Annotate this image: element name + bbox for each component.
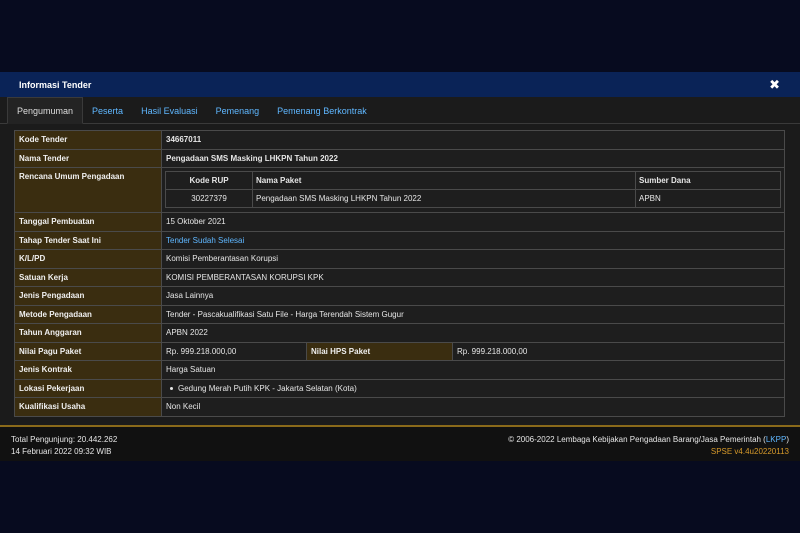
footer-right: © 2006-2022 Lembaga Kebijakan Pengadaan … (508, 434, 789, 458)
label-lokasi: Lokasi Pekerjaan (14, 378, 162, 398)
label-nama-tender: Nama Tender (14, 148, 162, 168)
value-lokasi: Gedung Merah Putih KPK - Jakarta Selatan… (161, 378, 785, 398)
label-rup: Rencana Umum Pengadaan (14, 167, 162, 213)
value-rup: Kode RUP Nama Paket Sumber Dana 30227379… (161, 167, 785, 213)
value-tahun: APBN 2022 (161, 323, 785, 343)
visitor-count: Total Pengunjung: 20.442.262 (11, 435, 118, 444)
page-footer: Total Pengunjung: 20.442.262 14 Februari… (0, 425, 800, 461)
tab-bar: Pengumuman Peserta Hasil Evaluasi Pemena… (0, 97, 800, 124)
tab-content: Kode Tender 34667011 Nama Tender Pengada… (0, 124, 800, 417)
label-kode-tender: Kode Tender (14, 130, 162, 150)
value-hps: Rp. 999.218.000,00 (452, 341, 785, 361)
row-nama-tender: Nama Tender Pengadaan SMS Masking LHKPN … (14, 148, 785, 168)
row-pagu: Nilai Pagu Paket Rp. 999.218.000,00 Nila… (14, 341, 785, 361)
row-jenis-pengadaan: Jenis Pengadaan Jasa Lainnya (14, 286, 785, 306)
tab-pemenang-berkontrak[interactable]: Pemenang Berkontrak (268, 99, 376, 123)
value-metode: Tender - Pascakualifikasi Satu File - Ha… (161, 304, 785, 324)
app-version: SPSE v4.4u20220113 (710, 447, 789, 456)
value-nama-tender: Pengadaan SMS Masking LHKPN Tahun 2022 (161, 148, 785, 168)
lkpp-link[interactable]: LKPP (766, 435, 786, 444)
rup-header-nama: Nama Paket (252, 171, 636, 190)
tab-peserta[interactable]: Peserta (83, 99, 132, 123)
label-hps: Nilai HPS Paket (306, 341, 453, 361)
footer-datetime: 14 Februari 2022 09:32 WIB (11, 447, 112, 456)
rup-kode: 30227379 (165, 189, 253, 208)
value-tanggal: 15 Oktober 2021 (161, 212, 785, 232)
modal-title: Informasi Tender (19, 79, 92, 90)
table-row: 30227379 Pengadaan SMS Masking LHKPN Tah… (165, 189, 781, 208)
label-tahap: Tahap Tender Saat Ini (14, 230, 162, 250)
row-lokasi: Lokasi Pekerjaan Gedung Merah Putih KPK … (14, 378, 785, 398)
lokasi-text: Gedung Merah Putih KPK - Jakarta Selatan… (178, 383, 357, 393)
value-kualifikasi: Non Kecil (161, 397, 785, 417)
copyright-suffix: ) (786, 435, 789, 444)
copyright: © 2006-2022 Lembaga Kebijakan Pengadaan … (508, 434, 789, 446)
row-kontrak: Jenis Kontrak Harga Satuan (14, 360, 785, 380)
row-tanggal: Tanggal Pembuatan 15 Oktober 2021 (14, 212, 785, 232)
tender-info-modal: Informasi Tender ✖ Pengumuman Peserta Ha… (0, 72, 800, 425)
row-rup: Rencana Umum Pengadaan Kode RUP Nama Pak… (14, 167, 785, 213)
row-kualifikasi: Kualifikasi Usaha Non Kecil (14, 397, 785, 417)
label-tahun: Tahun Anggaran (14, 323, 162, 343)
rup-sumber: APBN (635, 189, 781, 208)
tender-info-table: Kode Tender 34667011 Nama Tender Pengada… (14, 130, 785, 417)
row-klpd: K/L/PD Komisi Pemberantasan Korupsi (14, 249, 785, 269)
tahap-link[interactable]: Tender Sudah Selesai (166, 236, 244, 245)
tab-pemenang[interactable]: Pemenang (207, 99, 269, 123)
value-kontrak: Harga Satuan (161, 360, 785, 380)
footer-left: Total Pengunjung: 20.442.262 14 Februari… (11, 434, 117, 458)
row-metode: Metode Pengadaan Tender - Pascakualifika… (14, 304, 785, 324)
rup-nama: Pengadaan SMS Masking LHKPN Tahun 2022 (252, 189, 636, 208)
label-klpd: K/L/PD (14, 249, 162, 269)
bullet-icon (170, 386, 173, 390)
tab-pengumuman[interactable]: Pengumuman (7, 97, 84, 124)
value-klpd: Komisi Pemberantasan Korupsi (161, 249, 785, 269)
rup-table: Kode RUP Nama Paket Sumber Dana 30227379… (165, 171, 781, 208)
rup-header-row: Kode RUP Nama Paket Sumber Dana (165, 171, 781, 190)
value-jenis-pengadaan: Jasa Lainnya (161, 286, 785, 306)
row-kode-tender: Kode Tender 34667011 (14, 130, 785, 150)
value-satuan-kerja: KOMISI PEMBERANTASAN KORUPSI KPK (161, 267, 785, 287)
label-pagu: Nilai Pagu Paket (14, 341, 162, 361)
row-satuan-kerja: Satuan Kerja KOMISI PEMBERANTASAN KORUPS… (14, 267, 785, 287)
rup-header-sumber: Sumber Dana (635, 171, 781, 190)
row-tahun: Tahun Anggaran APBN 2022 (14, 323, 785, 343)
value-kode-tender: 34667011 (161, 130, 785, 150)
tab-hasil-evaluasi[interactable]: Hasil Evaluasi (132, 99, 207, 123)
label-satuan-kerja: Satuan Kerja (14, 267, 162, 287)
label-jenis-pengadaan: Jenis Pengadaan (14, 286, 162, 306)
copyright-prefix: © 2006-2022 Lembaga Kebijakan Pengadaan … (508, 435, 766, 444)
close-icon[interactable]: ✖ (769, 78, 780, 91)
label-kontrak: Jenis Kontrak (14, 360, 162, 380)
modal-titlebar: Informasi Tender ✖ (0, 72, 800, 97)
label-kualifikasi: Kualifikasi Usaha (14, 397, 162, 417)
label-metode: Metode Pengadaan (14, 304, 162, 324)
value-pagu: Rp. 999.218.000,00 (161, 341, 307, 361)
value-tahap: Tender Sudah Selesai (161, 230, 785, 250)
row-tahap: Tahap Tender Saat Ini Tender Sudah Seles… (14, 230, 785, 250)
label-tanggal: Tanggal Pembuatan (14, 212, 162, 232)
rup-header-kode: Kode RUP (165, 171, 253, 190)
